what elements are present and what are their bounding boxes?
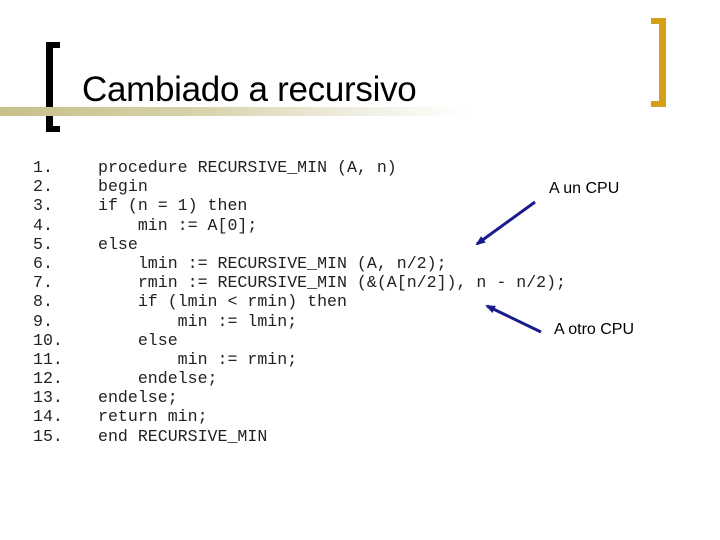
code-text: if (lmin < rmin) then: [98, 292, 347, 312]
annotation-first-cpu: A un CPU: [549, 180, 620, 197]
slide-title: Cambiado a recursivo: [82, 70, 417, 109]
line-number: 1.: [33, 158, 53, 177]
line-number: 12.: [33, 369, 63, 389]
code-line: 9. min := lmin;: [33, 312, 566, 331]
code-line: 12. endelse;: [33, 369, 566, 388]
code-text: else: [98, 234, 138, 254]
line-number: 11.: [33, 349, 63, 369]
code-line: 2. begin: [33, 177, 566, 196]
code-line: 11. min := rmin;: [33, 350, 566, 369]
code-line: 10. else: [33, 331, 566, 350]
line-number: 9.: [33, 311, 53, 331]
code-text: procedure RECURSIVE_MIN (A, n): [98, 158, 397, 177]
code-line: 15. end RECURSIVE_MIN: [33, 427, 566, 446]
code-text: if (n = 1) then: [98, 196, 248, 216]
code-text: end RECURSIVE_MIN: [98, 426, 268, 446]
line-number: 2.: [33, 177, 53, 197]
line-number: 6.: [33, 253, 53, 273]
line-number: 8.: [33, 292, 53, 312]
code-line: 8. if (lmin < rmin) then: [33, 292, 566, 311]
code-line: 13. endelse;: [33, 388, 566, 407]
code-line: 7. rmin := RECURSIVE_MIN (&(A[n/2]), n -…: [33, 273, 566, 292]
code-text: return min;: [98, 407, 208, 427]
line-number: 13.: [33, 388, 63, 408]
line-number: 14.: [33, 407, 63, 427]
line-number: 7.: [33, 273, 53, 293]
code-line: 5. else: [33, 235, 566, 254]
code-text: endelse;: [98, 369, 218, 389]
code-text: endelse;: [98, 388, 178, 408]
code-text: min := rmin;: [98, 349, 298, 369]
left-bracket-decoration: [46, 42, 60, 132]
code-text: lmin := RECURSIVE_MIN (A, n/2);: [98, 253, 447, 273]
code-line: 14. return min;: [33, 407, 566, 426]
line-number: 5.: [33, 234, 53, 254]
code-text: min := A[0];: [98, 215, 258, 235]
line-number: 4.: [33, 215, 53, 235]
line-number: 10.: [33, 330, 63, 350]
code-text: min := lmin;: [98, 311, 298, 331]
code-line: 1. procedure RECURSIVE_MIN (A, n): [33, 158, 566, 177]
code-line: 4. min := A[0];: [33, 216, 566, 235]
right-bracket-decoration: [651, 18, 666, 107]
code-block: 1. procedure RECURSIVE_MIN (A, n) 2. begin…: [33, 158, 566, 446]
code-line: 3. if (n = 1) then: [33, 196, 566, 215]
code-text: rmin := RECURSIVE_MIN (&(A[n/2]), n - n/…: [98, 273, 567, 293]
code-text: begin: [98, 177, 148, 197]
line-number: 3.: [33, 196, 53, 216]
line-number: 15.: [33, 426, 63, 446]
code-line: 6. lmin := RECURSIVE_MIN (A, n/2);: [33, 254, 566, 273]
code-text: else: [98, 330, 178, 350]
annotation-second-cpu: A otro CPU: [554, 321, 635, 338]
